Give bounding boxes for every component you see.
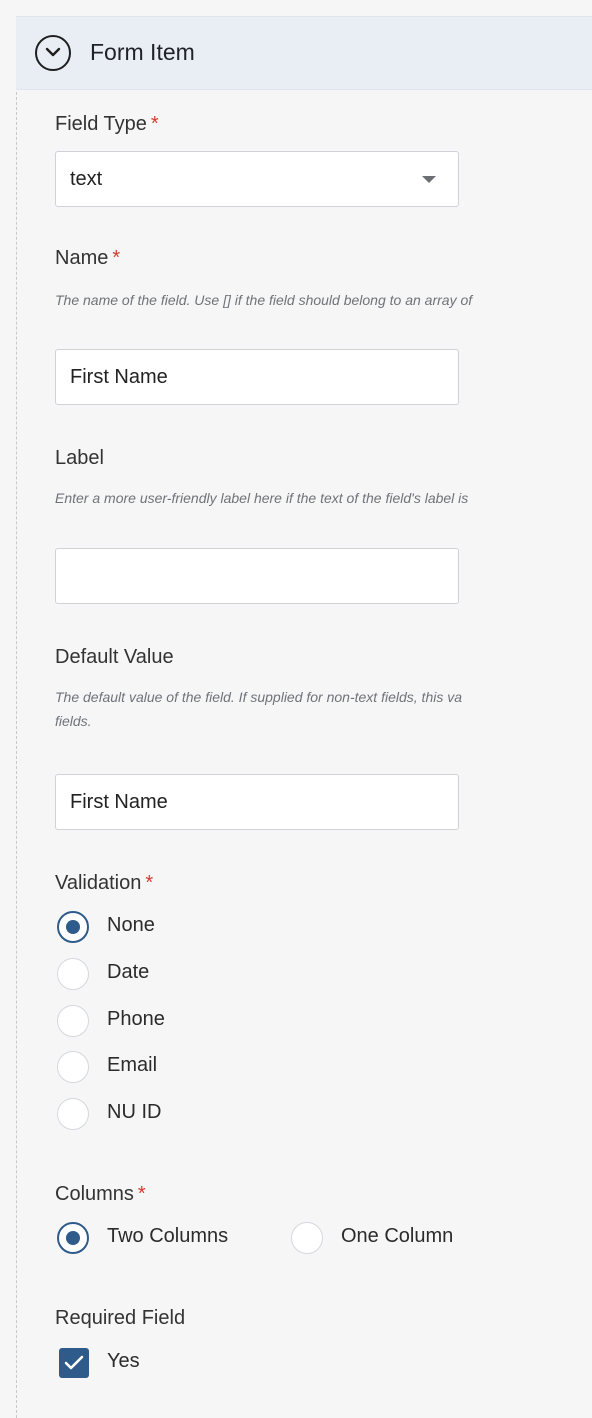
label-help-text: Enter a more user-friendly label here if… <box>55 490 469 506</box>
required-asterisk: * <box>137 1183 146 1205</box>
required-asterisk: * <box>150 113 159 135</box>
default-value-help-text: The default value of the field. If suppl… <box>55 689 463 729</box>
label-field-label: Label <box>55 447 104 469</box>
field-type-value: text <box>70 168 103 190</box>
label-input[interactable] <box>55 548 459 604</box>
form-item-header[interactable]: Form Item <box>16 16 592 90</box>
name-label: Name * <box>55 247 121 269</box>
section-divider <box>16 92 17 1418</box>
field-type-label: Field Type * <box>55 113 159 135</box>
field-type-select[interactable]: text <box>55 151 459 207</box>
name-help-text: The name of the field. Use [] if the fie… <box>55 292 473 308</box>
radio-button[interactable] <box>57 958 89 990</box>
validation-label: Validation * <box>55 872 154 894</box>
default-value-input[interactable]: First Name <box>55 774 459 830</box>
radio-button[interactable] <box>57 911 89 943</box>
required-asterisk: * <box>145 872 154 894</box>
required-field-label: Required Field <box>55 1307 186 1329</box>
checkbox-checked[interactable] <box>59 1348 89 1378</box>
columns-label: Columns * <box>55 1183 146 1205</box>
default-value-label: Default Value <box>55 646 174 668</box>
chevron-down-icon[interactable] <box>35 35 71 71</box>
section-title: Form Item <box>90 39 195 65</box>
required-asterisk: * <box>112 247 121 269</box>
dropdown-caret-icon <box>422 176 436 183</box>
radio-button[interactable] <box>57 1051 89 1083</box>
radio-button[interactable] <box>57 1005 89 1037</box>
radio-button[interactable] <box>57 1222 89 1254</box>
check-icon <box>64 1355 84 1370</box>
radio-button[interactable] <box>291 1222 323 1254</box>
name-input[interactable]: First Name <box>55 349 459 405</box>
radio-button[interactable] <box>57 1098 89 1130</box>
